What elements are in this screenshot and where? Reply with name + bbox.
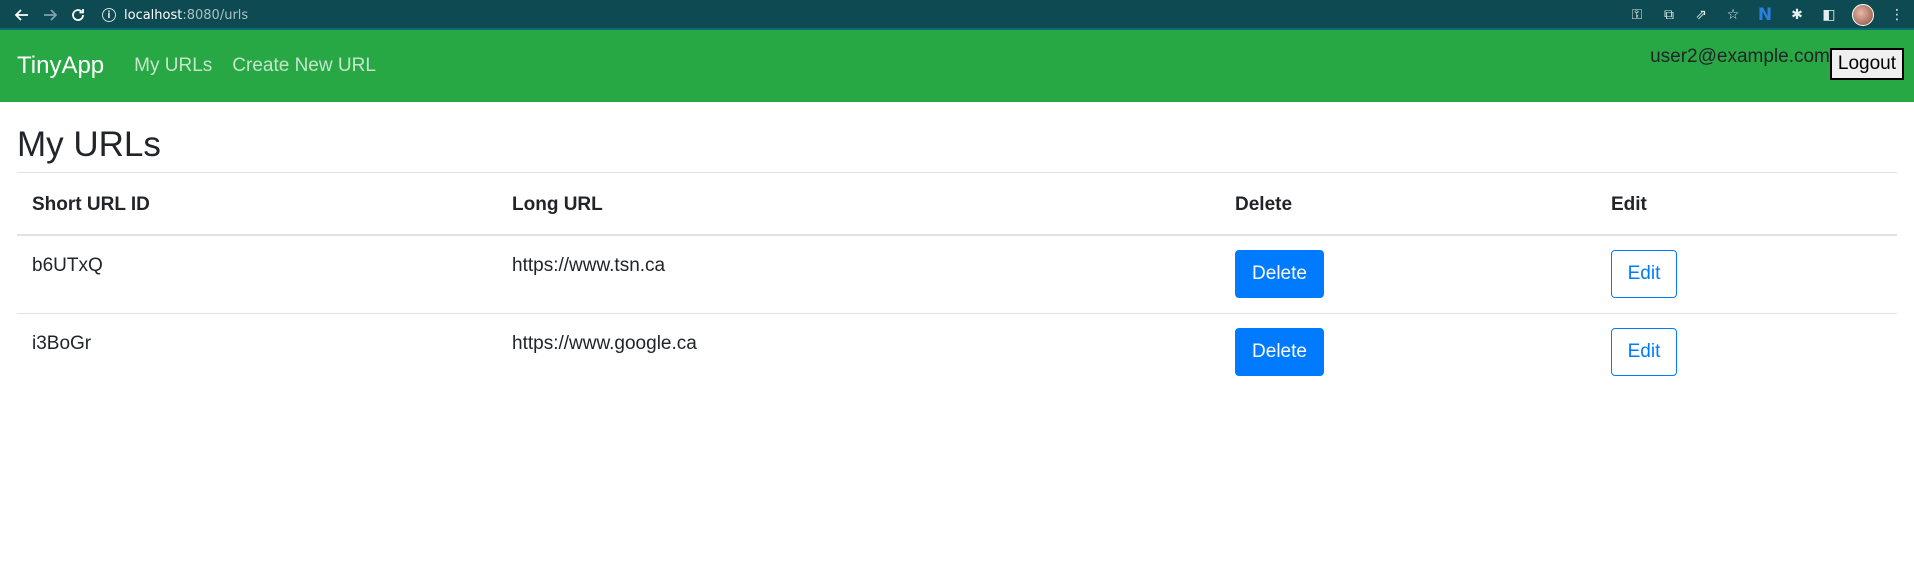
long-url-cell: https://www.google.ca <box>497 313 1220 391</box>
user-area: user2@example.com Logout <box>1650 44 1904 80</box>
nav-create-new-url[interactable]: Create New URL <box>232 55 376 77</box>
long-url: https://www.google.ca <box>512 333 697 355</box>
table-header-row: Short URL ID Long URL Delete Edit <box>17 173 1897 236</box>
delete-cell: Delete <box>1220 235 1596 314</box>
reload-icon <box>72 9 84 21</box>
extension-n-icon[interactable]: N <box>1756 5 1774 25</box>
nav-my-urls[interactable]: My URLs <box>134 55 212 77</box>
short-id-cell: i3BoGr <box>17 313 497 391</box>
sidebar-icon[interactable]: ◧ <box>1820 6 1838 24</box>
forward-button[interactable] <box>36 1 64 29</box>
table-row: i3BoGr https://www.google.ca Delete Edit <box>17 313 1897 391</box>
arrow-right-icon <box>44 9 58 21</box>
site-info-icon[interactable]: i <box>102 8 116 22</box>
puzzle-icon[interactable]: ✱ <box>1788 6 1806 24</box>
short-id-cell: b6UTxQ <box>17 235 497 314</box>
browser-actions: ⚿ ⧉ ⇗ ☆ N ✱ ◧ ⋮ <box>1628 0 1906 30</box>
table-row: b6UTxQ https://www.tsn.ca Delete Edit <box>17 235 1897 314</box>
arrow-left-icon <box>14 9 28 21</box>
edit-cell: Edit <box>1596 313 1897 391</box>
address-bar[interactable]: i localhost:8080/urls <box>102 3 248 27</box>
brand-link[interactable]: TinyApp <box>17 52 104 80</box>
short-id: i3BoGr <box>32 333 92 355</box>
urls-table: Short URL ID Long URL Delete Edit b6UTxQ… <box>17 173 1897 391</box>
long-url-cell: https://www.tsn.ca <box>497 235 1220 314</box>
header-short-url-id: Short URL ID <box>17 173 497 236</box>
edit-button[interactable]: Edit <box>1611 250 1677 299</box>
edit-cell: Edit <box>1596 235 1897 314</box>
more-vert-icon[interactable]: ⋮ <box>1888 6 1906 24</box>
reload-button[interactable] <box>64 1 92 29</box>
header-long-url: Long URL <box>497 173 1220 236</box>
star-icon[interactable]: ☆ <box>1724 6 1742 24</box>
app-navbar: TinyApp My URLs Create New URL user2@exa… <box>0 30 1914 102</box>
long-url: https://www.tsn.ca <box>512 255 666 277</box>
key-icon[interactable]: ⚿ <box>1628 6 1646 24</box>
delete-cell: Delete <box>1220 313 1596 391</box>
short-id: b6UTxQ <box>32 255 103 277</box>
share-icon[interactable]: ⇗ <box>1692 6 1710 24</box>
profile-avatar[interactable] <box>1852 4 1874 26</box>
delete-button[interactable]: Delete <box>1235 250 1324 299</box>
delete-button[interactable]: Delete <box>1235 328 1324 377</box>
logout-button[interactable]: Logout <box>1829 48 1904 80</box>
translate-icon[interactable]: ⧉ <box>1660 6 1678 24</box>
url-host: localhost <box>124 7 183 23</box>
address-url: localhost:8080/urls <box>124 8 248 23</box>
page-title: My URLs <box>17 125 1897 173</box>
header-delete: Delete <box>1220 173 1596 236</box>
url-path: :8080/urls <box>182 7 249 23</box>
header-edit: Edit <box>1596 173 1897 236</box>
browser-toolbar: i localhost:8080/urls ⚿ ⧉ ⇗ ☆ N ✱ ◧ ⋮ <box>0 0 1914 30</box>
user-email: user2@example.com <box>1650 46 1830 67</box>
back-button[interactable] <box>8 1 36 29</box>
edit-button[interactable]: Edit <box>1611 328 1677 377</box>
main-content: My URLs Short URL ID Long URL Delete Edi… <box>0 125 1914 391</box>
